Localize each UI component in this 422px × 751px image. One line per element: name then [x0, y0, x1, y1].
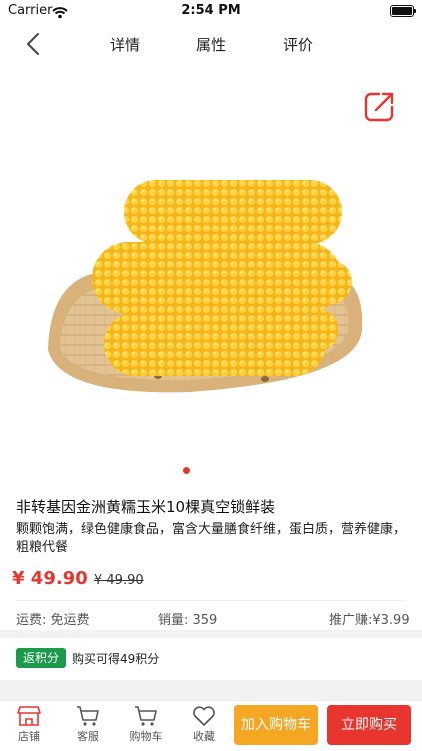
current-price: ¥ 49.90 — [12, 568, 88, 589]
cart-icon — [135, 706, 157, 726]
share-icon — [364, 92, 394, 122]
nav-bar: 详情 属性 评价 — [0, 22, 422, 66]
cart-label: 购物车 — [129, 730, 163, 743]
heart-icon — [193, 706, 215, 726]
buy-now-button[interactable]: 立即购买 — [327, 705, 411, 745]
customer-service-button[interactable]: 客服 — [66, 705, 110, 744]
battery-icon — [390, 5, 416, 17]
shop-icon — [17, 706, 41, 726]
shipping-fee: 运费: 免运费 — [16, 613, 90, 628]
sales-count: 销量: 359 — [158, 613, 218, 628]
points-text: 购买可得49积分 — [72, 652, 160, 666]
divider — [16, 600, 406, 601]
product-description: 颗颗饱满，绿色健康食品，富含大量膳食纤维，蛋白质，营养健康，粗粮代餐 — [16, 522, 407, 555]
shop-label: 店铺 — [18, 730, 40, 743]
carousel-indicator — [183, 467, 190, 474]
cart-button[interactable]: 购物车 — [124, 705, 168, 744]
favorite-button[interactable]: 收藏 — [182, 705, 226, 744]
original-price: ¥ 49.90 — [94, 573, 144, 588]
tab-reviews[interactable]: 评价 — [283, 34, 313, 55]
shop-button[interactable]: 店铺 — [7, 705, 51, 744]
section-separator — [0, 680, 422, 700]
tab-attributes[interactable]: 属性 — [196, 34, 226, 55]
add-to-cart-button[interactable]: 加入购物车 — [234, 705, 318, 745]
back-button[interactable] — [20, 30, 48, 58]
customer-service-icon — [77, 706, 99, 726]
back-arrow-icon — [27, 33, 39, 55]
section-separator — [0, 630, 422, 638]
favorite-label: 收藏 — [193, 730, 215, 743]
customer-service-label: 客服 — [77, 730, 99, 743]
commission: 推广赚:¥3.99 — [329, 613, 410, 628]
points-badge: 返积分 — [16, 648, 67, 668]
clock: 2:54 PM — [181, 3, 241, 18]
tab-details[interactable]: 详情 — [110, 34, 140, 55]
bottom-action-bar: 店铺 客服 购物车 收藏 加入购物车 立即购买 — [0, 700, 422, 751]
status-bar: Carrier 2:54 PM — [0, 0, 422, 22]
product-image[interactable] — [40, 170, 370, 400]
share-button[interactable] — [362, 90, 396, 124]
product-title: 非转基因金洲黄糯玉米10棵真空锁鲜装 — [16, 498, 276, 516]
